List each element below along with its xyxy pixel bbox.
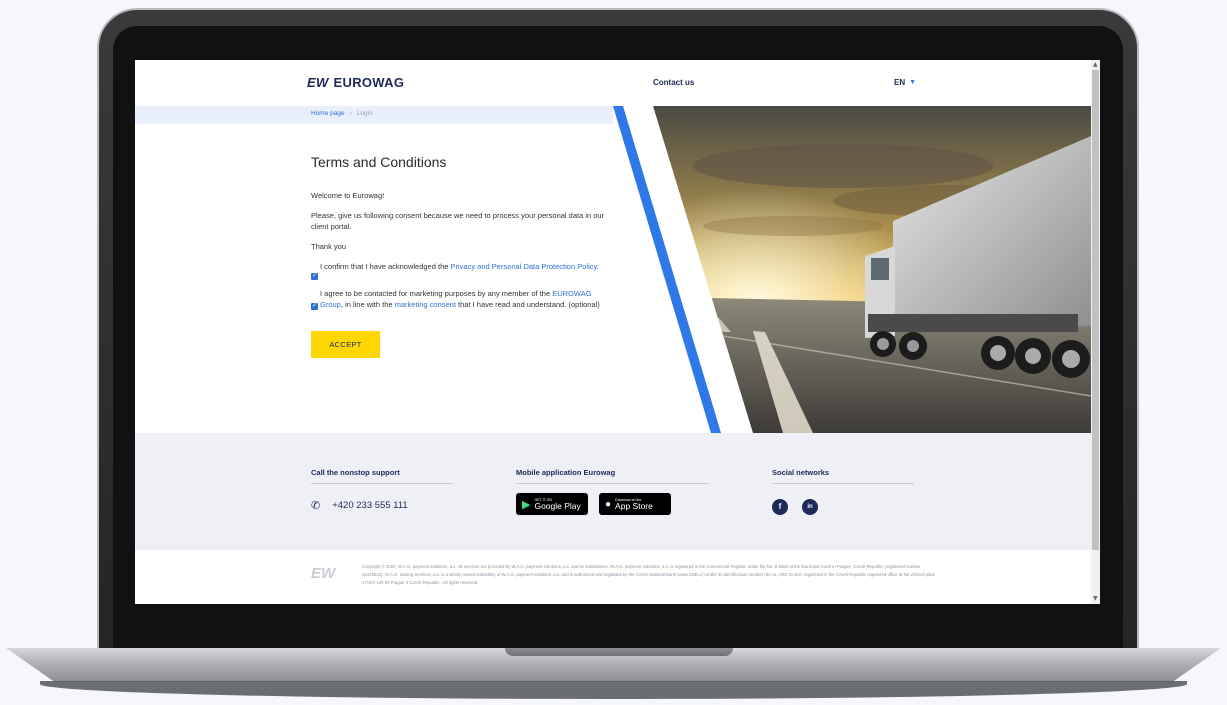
google-play-label: Google Play	[534, 500, 581, 511]
breadcrumb: Home page › Login	[311, 110, 373, 117]
terms-content: Terms and Conditions Welcome to Eurowag!…	[311, 154, 611, 358]
breadcrumb-separator: ›	[349, 110, 352, 117]
app-store-button[interactable]: ● Download on the App Store	[599, 493, 671, 515]
footer-logo: EW	[311, 565, 336, 582]
hero-truck-image	[613, 106, 1091, 433]
marketing-mid: , in line with the	[340, 300, 395, 309]
consent-request-text: Please, give us following consent becaus…	[311, 211, 605, 231]
apple-icon: ●	[605, 498, 612, 510]
logo-text: EUROWAG	[333, 75, 405, 90]
page-title: Terms and Conditions	[311, 154, 447, 170]
contact-us-link[interactable]: Contact us	[653, 78, 694, 87]
support-column: Call the nonstop support ✆ +420 233 555 …	[311, 468, 453, 512]
laptop-notch	[505, 648, 733, 656]
scrollbar-thumb[interactable]	[1092, 70, 1099, 550]
marketing-checkbox[interactable]: ✓	[311, 303, 318, 310]
support-heading: Call the nonstop support	[311, 468, 453, 484]
phone-icon: ✆	[311, 500, 321, 512]
support-phone[interactable]: ✆ +420 233 555 111	[311, 499, 453, 512]
copyright-text: Copyright © 2020, W.A.G. payment solutio…	[362, 564, 936, 585]
linkedin-icon[interactable]: in	[802, 499, 818, 515]
marketing-consent: ✓ I agree to be contacted for marketing …	[311, 288, 611, 310]
logo-mark: EW	[307, 75, 329, 90]
mobile-heading: Mobile application Eurowag	[516, 468, 709, 484]
thank-you-text: Thank you	[311, 242, 347, 251]
language-label: EN	[894, 78, 906, 87]
phone-number: +420 233 555 111	[332, 500, 408, 511]
language-selector[interactable]: EN ▼	[894, 78, 916, 87]
marketing-prefix: I agree to be contacted for marketing pu…	[320, 289, 553, 298]
browser-screen: EW EUROWAG Contact us EN ▼ Home page › L…	[135, 60, 1100, 604]
breadcrumb-bar: Home page › Login	[135, 106, 635, 124]
chevron-down-icon: ▼	[909, 79, 917, 86]
privacy-prefix: I confirm that I have acknowledged the	[320, 262, 451, 271]
marketing-suffix: that I have read and understand. (option…	[455, 300, 600, 309]
laptop-base-shadow	[40, 681, 1187, 699]
mobile-app-column: Mobile application Eurowag ▶ GET IT ON G…	[516, 468, 709, 515]
privacy-policy-link[interactable]: Privacy and Personal Data Protection Pol…	[451, 262, 597, 271]
site-footer: Call the nonstop support ✆ +420 233 555 …	[135, 433, 1091, 550]
privacy-suffix: .	[596, 262, 599, 271]
scroll-up-icon[interactable]: ▲	[1093, 62, 1098, 68]
welcome-text: Welcome to Eurowag!	[311, 191, 385, 200]
scroll-down-icon[interactable]: ▼	[1093, 596, 1098, 602]
breadcrumb-current: Login	[356, 110, 373, 117]
app-store-label: App Store	[615, 500, 653, 511]
google-play-icon: ▶	[522, 498, 531, 511]
marketing-consent-link[interactable]: marketing consent	[395, 300, 456, 309]
accept-button[interactable]: ACCEPT	[311, 331, 380, 358]
scrollbar[interactable]: ▲ ▼	[1091, 60, 1100, 604]
google-play-button[interactable]: ▶ GET IT ON Google Play	[516, 493, 588, 515]
copyright-bar: EW Copyright © 2020, W.A.G. payment solu…	[135, 550, 1091, 604]
site-header: EW EUROWAG Contact us EN ▼	[135, 60, 1091, 106]
facebook-icon[interactable]: f	[772, 499, 788, 515]
eurowag-logo[interactable]: EW EUROWAG	[307, 75, 404, 90]
privacy-checkbox[interactable]: ✓	[311, 273, 318, 280]
social-column: Social networks f in	[772, 468, 914, 515]
social-heading: Social networks	[772, 468, 914, 484]
breadcrumb-home-link[interactable]: Home page	[311, 110, 345, 117]
privacy-consent: ✓ I confirm that I have acknowledged the…	[311, 261, 611, 280]
